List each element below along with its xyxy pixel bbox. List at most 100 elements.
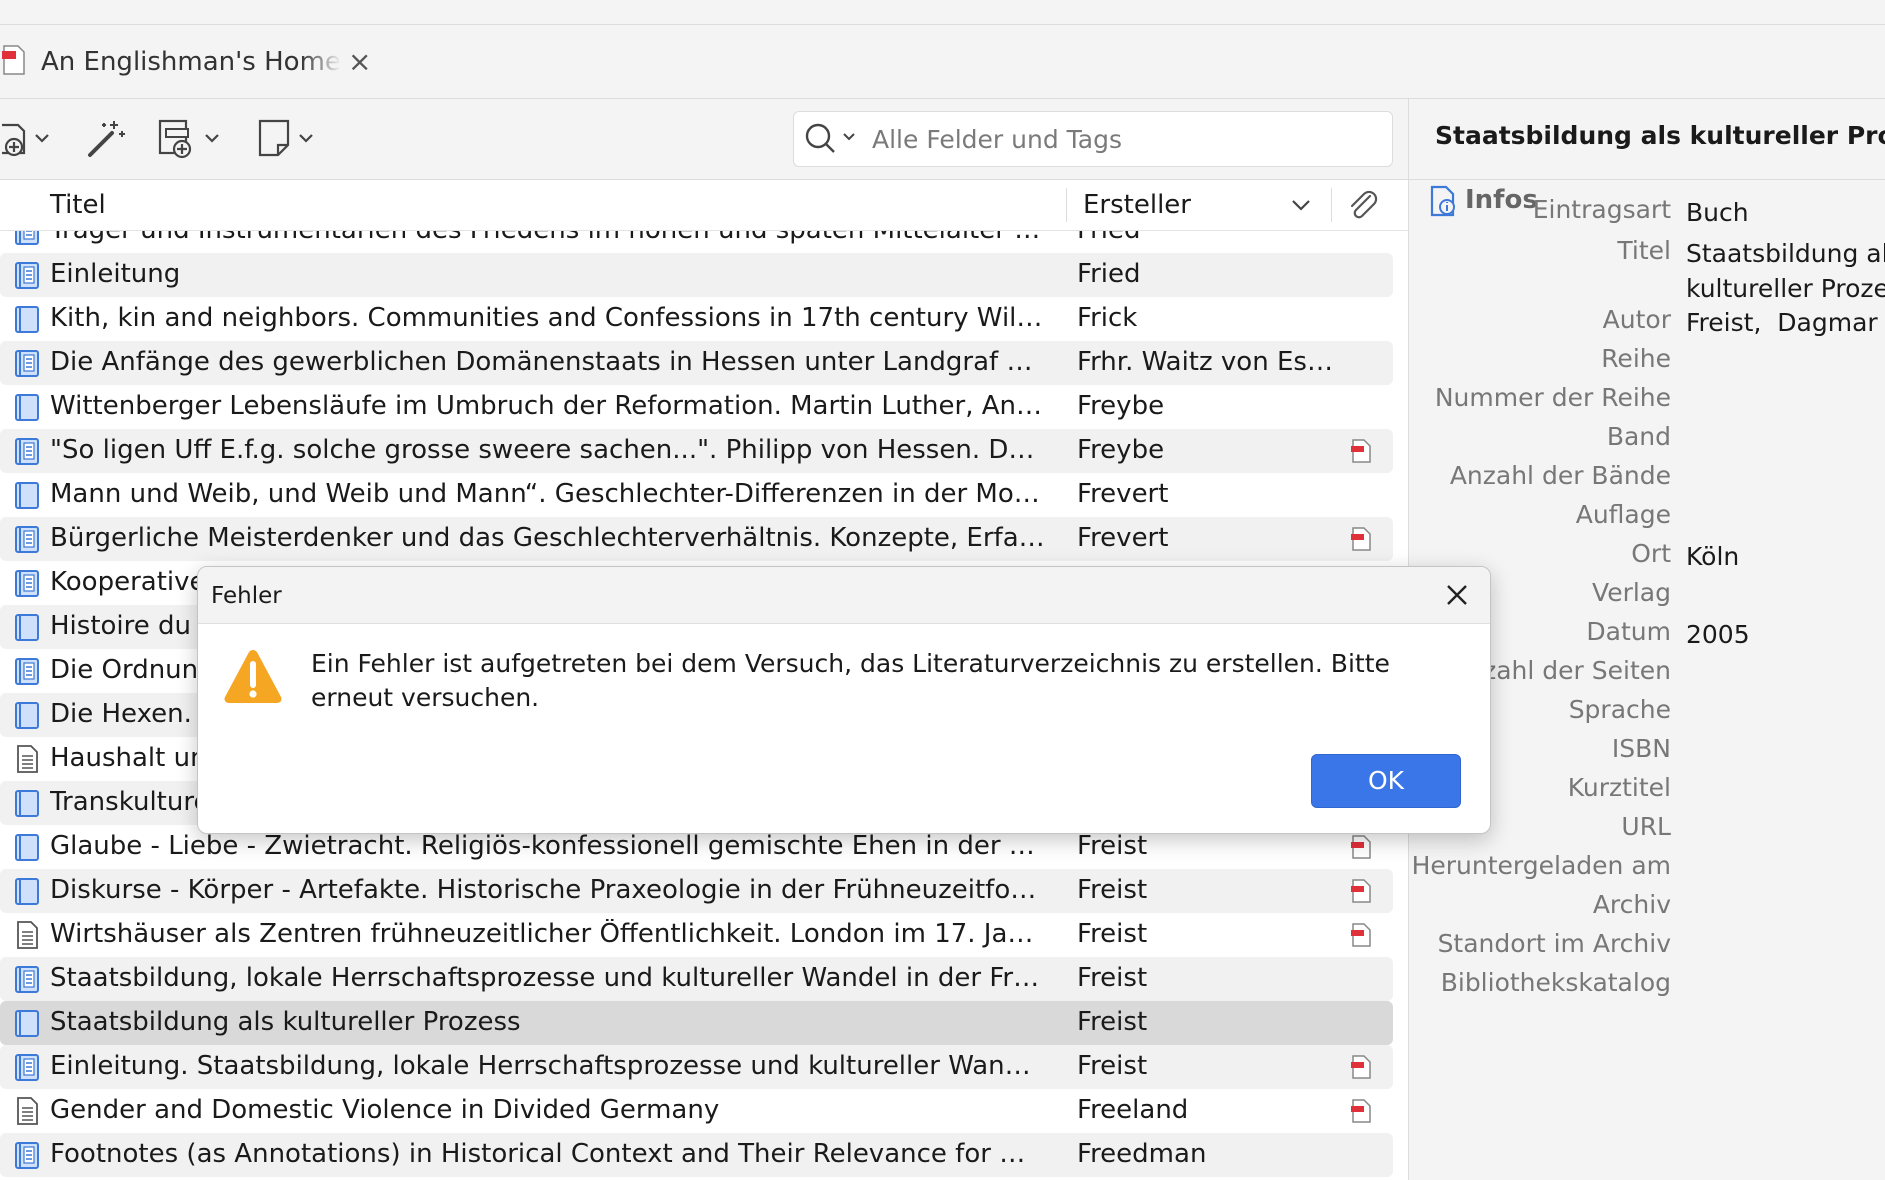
- book-icon: [12, 788, 42, 818]
- add-by-identifier-button[interactable]: [84, 117, 128, 161]
- table-row[interactable]: Staatsbildung, lokale Herrschaftsprozess…: [0, 957, 1393, 1001]
- book-section-icon: [12, 436, 42, 466]
- row-creator: Freedman: [1077, 1139, 1207, 1169]
- field-label: Auflage: [1575, 500, 1671, 529]
- table-row[interactable]: Footnotes (as Annotations) in Historical…: [0, 1133, 1393, 1177]
- row-creator: Fried: [1077, 231, 1335, 245]
- field-label: Archiv: [1592, 890, 1671, 919]
- row-creator: Freist: [1077, 875, 1148, 905]
- dialog-close-icon[interactable]: [1443, 581, 1471, 609]
- table-row[interactable]: "So ligen Uff E.f.g. solche grosse sweer…: [0, 429, 1393, 473]
- search-placeholder: Alle Felder und Tags: [872, 125, 1122, 154]
- field-value[interactable]: Köln: [1686, 539, 1885, 574]
- table-row[interactable]: Wittenberger Lebensläufe im Umbruch der …: [0, 385, 1393, 429]
- pdf-attachment-icon[interactable]: [1348, 1054, 1374, 1080]
- new-note-button[interactable]: [258, 117, 322, 161]
- book-icon: [12, 700, 42, 730]
- search-icon: [805, 123, 855, 153]
- field-label: Standort im Archiv: [1437, 929, 1671, 958]
- row-title: Einleitung: [50, 259, 181, 289]
- attachments-column-paperclip-icon[interactable]: [1346, 188, 1380, 222]
- table-row[interactable]: Einleitung. Staatsbildung, lokale Herrsc…: [0, 1045, 1393, 1089]
- field-label: Heruntergeladen am: [1411, 851, 1671, 880]
- row-creator: Frhr. Waitz von Esc...: [1077, 347, 1335, 377]
- field-label: Bibliothekskatalog: [1440, 968, 1671, 997]
- document-icon: [12, 744, 42, 774]
- field-label: Sprache: [1568, 695, 1671, 724]
- book-section-icon: [12, 231, 42, 246]
- table-row[interactable]: Bürgerliche Meisterdenker und das Geschl…: [0, 517, 1393, 561]
- table-row[interactable]: Staatsbildung als kultureller Prozess Fre…: [0, 1001, 1393, 1045]
- field-label: URL: [1621, 812, 1671, 841]
- field-label: Datum: [1586, 617, 1671, 646]
- table-row[interactable]: Einleitung Fried: [0, 253, 1393, 297]
- row-creator: Frevert: [1077, 523, 1169, 553]
- table-row[interactable]: Wirtshäuser als Zentren frühneuzeitliche…: [0, 913, 1393, 957]
- ok-button[interactable]: OK: [1311, 754, 1461, 808]
- info-section-title[interactable]: Infos: [1465, 185, 1538, 215]
- table-row[interactable]: Die Anfänge des gewerblichen Domänenstaa…: [0, 341, 1393, 385]
- book-section-icon: [12, 1140, 42, 1170]
- search-box[interactable]: Alle Felder und Tags: [793, 111, 1393, 167]
- row-creator: Freist: [1077, 919, 1148, 949]
- field-value[interactable]: 2005: [1686, 617, 1885, 652]
- field-label: Verlag: [1592, 578, 1671, 607]
- sort-chevron-down-icon[interactable]: [1290, 197, 1312, 213]
- book-section-icon: [12, 964, 42, 994]
- pdf-attachment-icon[interactable]: [1348, 878, 1374, 904]
- dialog-titlebar: Fehler: [198, 567, 1490, 624]
- book-section-icon: [12, 1052, 42, 1082]
- note-icon: [258, 119, 313, 157]
- items-column-header: Titel Ersteller: [0, 180, 1408, 231]
- field-value[interactable]: Freist, Dagmar: [1686, 305, 1885, 340]
- book-icon: [12, 480, 42, 510]
- pdf-attachment-icon[interactable]: [1348, 526, 1374, 552]
- column-title[interactable]: Titel: [50, 190, 106, 220]
- table-row[interactable]: Diskurse - Körper - Artefakte. Historisc…: [0, 869, 1393, 913]
- table-row[interactable]: Kith, kin and neighbors. Communities and…: [0, 297, 1393, 341]
- book-icon: [12, 876, 42, 906]
- book-section-icon: [12, 260, 42, 290]
- row-title: Einleitung. Staatsbildung, lokale Herrsc…: [50, 1051, 1045, 1081]
- row-title: Wirtshäuser als Zentren frühneuzeitliche…: [50, 919, 1045, 949]
- pdf-attachment-icon[interactable]: [1348, 834, 1374, 860]
- pdf-attachment-icon[interactable]: [1348, 922, 1374, 948]
- field-value[interactable]: Buch: [1686, 195, 1885, 230]
- book-icon: [12, 304, 42, 334]
- book-icon: [12, 612, 42, 642]
- pdf-attachment-icon[interactable]: [1348, 1098, 1374, 1124]
- row-creator: Freist: [1077, 1007, 1148, 1037]
- new-item-button[interactable]: [0, 117, 56, 161]
- field-value[interactable]: Staatsbildung als kultureller Prozess: [1686, 236, 1885, 306]
- row-title: "So ligen Uff E.f.g. solche grosse sweer…: [50, 435, 1045, 465]
- info-document-icon: [1430, 185, 1455, 217]
- field-label: Kurztitel: [1567, 773, 1671, 802]
- table-row[interactable]: Gender and Domestic Violence in Divided …: [0, 1089, 1393, 1133]
- row-creator: Freist: [1077, 831, 1148, 861]
- dialog-message: Ein Fehler ist aufgetreten bei dem Versu…: [311, 649, 1390, 712]
- magic-wand-icon: [88, 121, 125, 157]
- row-creator: Freybe: [1077, 391, 1165, 421]
- error-dialog: Fehler Ein Fehler ist aufgetreten bei de…: [197, 566, 1491, 834]
- items-toolbar: Alle Felder und Tags: [0, 99, 1408, 180]
- tab-close-icon[interactable]: ×: [348, 47, 371, 77]
- row-title: Gender and Domestic Violence in Divided …: [50, 1095, 720, 1125]
- window-top-strip: [0, 0, 1885, 25]
- book-section-icon: [12, 656, 42, 686]
- table-row[interactable]: Mann und Weib, und Weib und Mann“. Gesch…: [0, 473, 1393, 517]
- table-row[interactable]: Träger und Instrumentarien des Friedens …: [0, 231, 1393, 253]
- row-title: Bürgerliche Meisterdenker und das Geschl…: [50, 523, 1045, 553]
- row-creator: Freeland: [1077, 1095, 1189, 1125]
- row-title: Die Anfänge des gewerblichen Domänenstaa…: [50, 347, 1045, 377]
- item-pane-header: Staatsbildung als kultureller Prozess: [1409, 99, 1885, 180]
- row-creator: Frevert: [1077, 479, 1169, 509]
- column-separator[interactable]: [1066, 188, 1067, 222]
- pdf-file-icon: [2, 45, 25, 75]
- row-title: Staatsbildung als kultureller Prozess: [50, 1007, 521, 1037]
- new-attachment-button[interactable]: [158, 117, 230, 161]
- column-separator[interactable]: [1331, 188, 1332, 222]
- book-icon: [12, 392, 42, 422]
- row-title: Staatsbildung, lokale Herrschaftsprozess…: [50, 963, 1045, 993]
- column-creator[interactable]: Ersteller: [1083, 190, 1191, 220]
- pdf-attachment-icon[interactable]: [1348, 438, 1374, 464]
